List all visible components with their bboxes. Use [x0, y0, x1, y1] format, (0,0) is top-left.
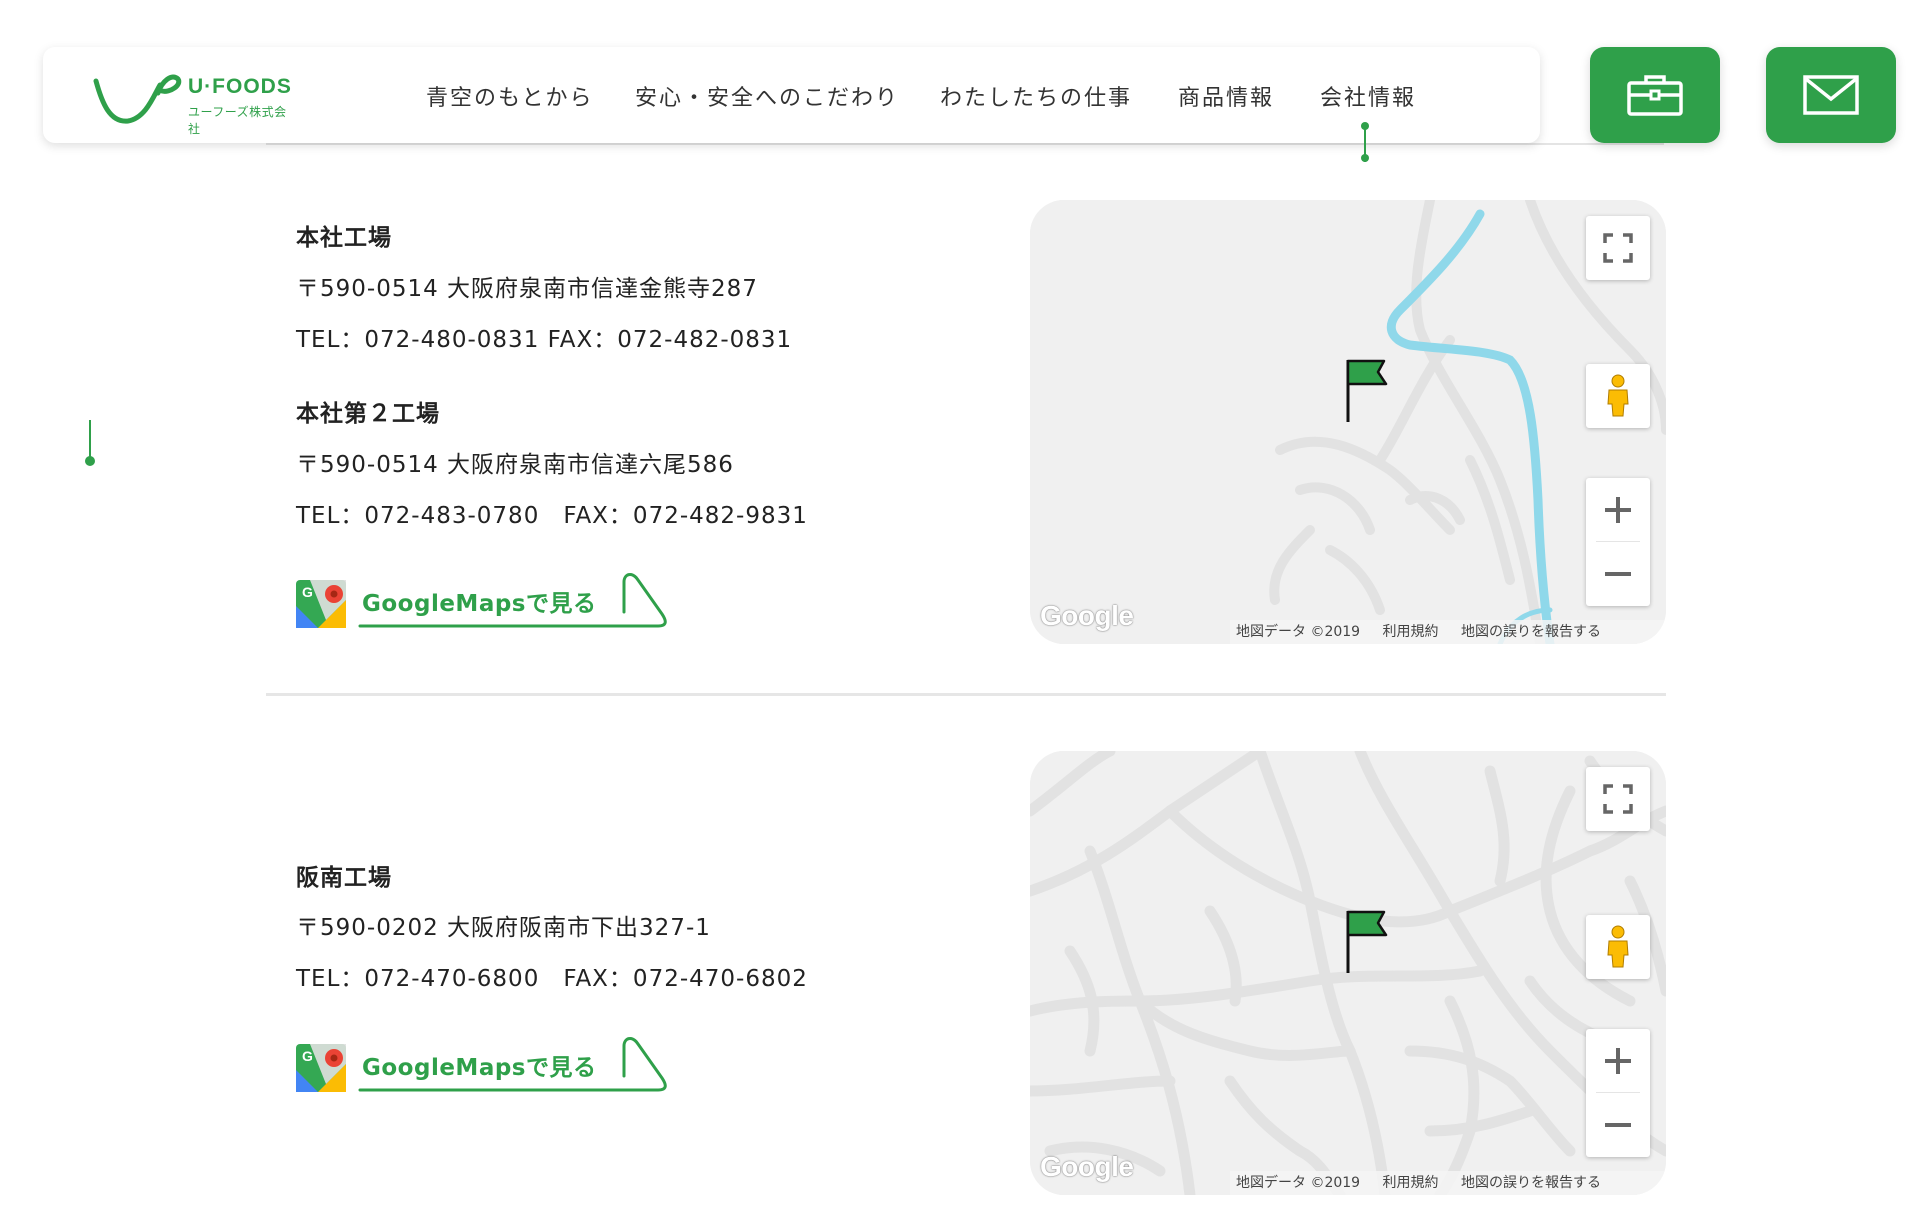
map-street-view-button[interactable]: [1586, 915, 1650, 979]
nav-item-safety[interactable]: 安心・安全へのこだわり: [635, 80, 899, 112]
zoom-out-button[interactable]: [1586, 1093, 1650, 1157]
zoom-in-button[interactable]: [1586, 1029, 1650, 1093]
nav-item-company[interactable]: 会社情報: [1320, 80, 1416, 112]
link-underline-arrow: [358, 1037, 667, 1092]
map-terms-link[interactable]: 利用規約: [1383, 1175, 1439, 1191]
active-nav-indicator: [1361, 122, 1369, 166]
main-nav: 青空のもとから 安心・安全へのこだわり わたしたちの仕事 商品情報 会社情報: [43, 47, 1540, 143]
pegman-icon: [1607, 374, 1629, 417]
svg-text:G: G: [302, 584, 313, 600]
contact-button[interactable]: [1766, 47, 1896, 143]
factory-address: 〒590-0202 大阪府阪南市下出327-1: [296, 915, 711, 941]
mail-icon: [1803, 75, 1859, 115]
map-embed[interactable]: Google 地図データ ©2019 利用規約 地図の誤りを報告する: [1030, 751, 1666, 1195]
factory-name: 本社第２工場: [296, 401, 440, 427]
factory-tel-fax: TEL：072-470-6800 FAX：072-470-6802: [296, 966, 808, 992]
google-maps-icon: G: [296, 1044, 346, 1092]
factory-name: 本社工場: [296, 225, 392, 251]
header-bar: U·FOODS ユーフーズ株式会社 青空のもとから 安心・安全へのこだわり わた…: [43, 47, 1540, 143]
map-embed[interactable]: Google 地図データ ©2019 利用規約 地図の誤りを報告する: [1030, 200, 1666, 644]
section-divider: [266, 693, 1666, 696]
map-data-credit: 地図データ ©2019: [1236, 624, 1361, 640]
header-underline: [266, 143, 1664, 145]
map-zoom-controls: [1586, 1029, 1650, 1157]
factory-address: 〒590-0514 大阪府泉南市信達六尾586: [296, 452, 734, 478]
map-zoom-controls: [1586, 478, 1650, 606]
google-maps-link[interactable]: G GoogleMapsで見る: [296, 1036, 667, 1096]
fullscreen-icon: [1603, 784, 1633, 814]
factory-name: 阪南工場: [296, 865, 392, 891]
map-attribution: 地図データ ©2019 利用規約 地図の誤りを報告する: [1230, 1171, 1666, 1195]
link-underline-arrow: [358, 573, 667, 628]
map-fullscreen-button[interactable]: [1586, 767, 1650, 831]
zoom-in-button[interactable]: [1586, 478, 1650, 542]
factory-address: 〒590-0514 大阪府泉南市信達金熊寺287: [296, 276, 758, 302]
nav-item-aozora[interactable]: 青空のもとから: [426, 80, 594, 112]
nav-item-work[interactable]: わたしたちの仕事: [940, 80, 1132, 112]
map-data-credit: 地図データ ©2019: [1236, 1175, 1361, 1191]
map-flag-marker-icon: [1346, 359, 1388, 422]
map-street-view-button[interactable]: [1586, 364, 1650, 428]
factory-tel-fax: TEL：072-480-0831 FAX：072-482-0831: [296, 327, 793, 353]
map-flag-marker-icon: [1346, 910, 1388, 973]
minus-icon: [1605, 572, 1631, 576]
side-scroll-indicator: [84, 420, 96, 468]
plus-icon: [1605, 497, 1631, 523]
factory-tel-fax: TEL：072-483-0780 FAX：072-482-9831: [296, 503, 808, 529]
map-report-link[interactable]: 地図の誤りを報告する: [1461, 624, 1601, 640]
nav-item-products[interactable]: 商品情報: [1178, 80, 1274, 112]
recruit-button[interactable]: [1590, 47, 1720, 143]
google-maps-link[interactable]: G GoogleMapsで見る: [296, 572, 667, 632]
zoom-out-button[interactable]: [1586, 542, 1650, 606]
google-logo: Google: [1040, 1151, 1134, 1182]
svg-text:G: G: [302, 1048, 313, 1064]
map-fullscreen-button[interactable]: [1586, 216, 1650, 280]
minus-icon: [1605, 1123, 1631, 1127]
plus-icon: [1605, 1048, 1631, 1074]
map-terms-link[interactable]: 利用規約: [1383, 624, 1439, 640]
google-maps-icon: G: [296, 580, 346, 628]
briefcase-icon: [1627, 75, 1683, 116]
fullscreen-icon: [1603, 233, 1633, 263]
map-attribution: 地図データ ©2019 利用規約 地図の誤りを報告する: [1230, 620, 1666, 644]
pegman-icon: [1607, 925, 1629, 968]
google-logo: Google: [1040, 600, 1134, 631]
map-report-link[interactable]: 地図の誤りを報告する: [1461, 1175, 1601, 1191]
